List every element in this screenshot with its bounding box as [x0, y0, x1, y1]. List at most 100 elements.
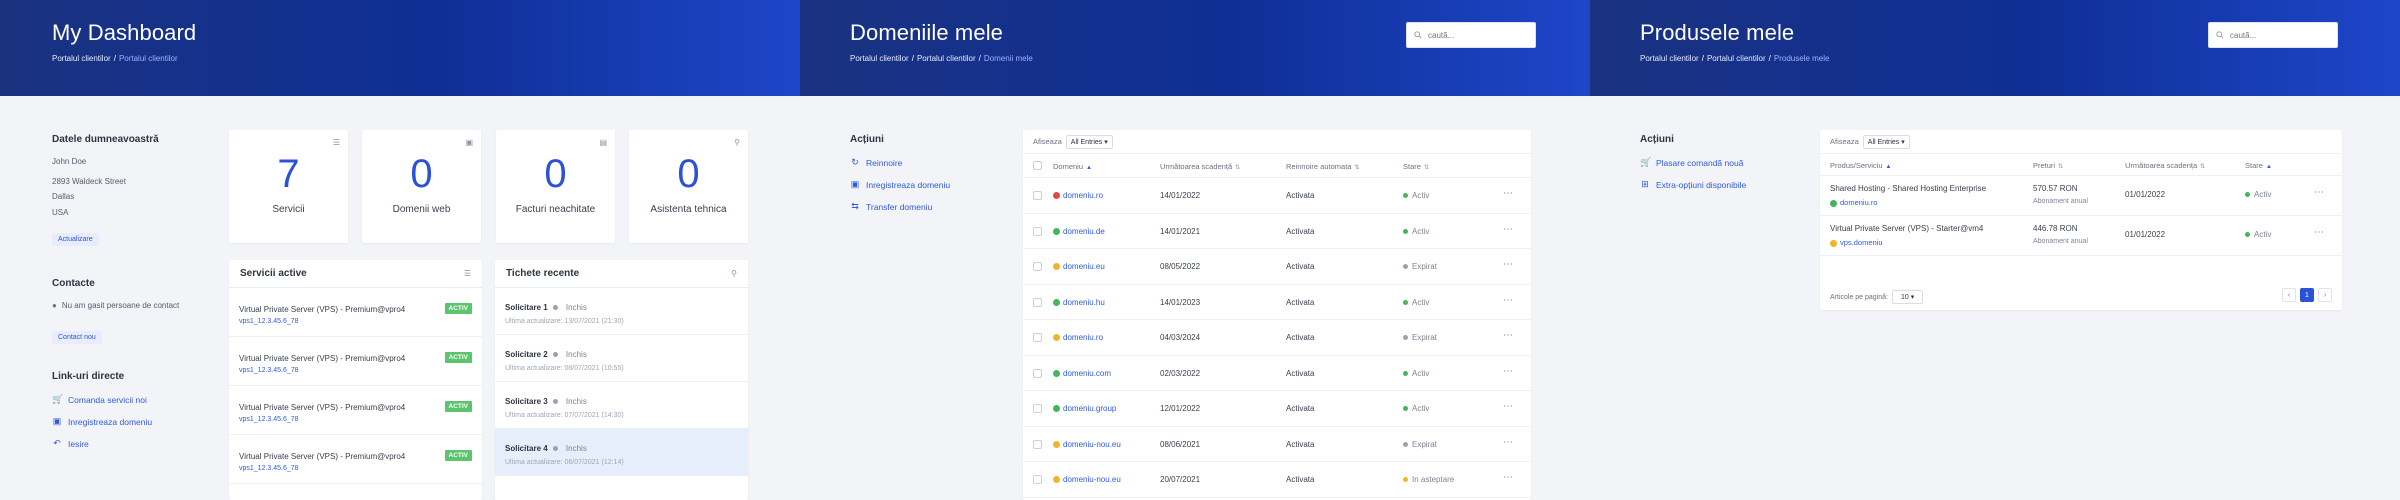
row-checkbox[interactable]: [1033, 475, 1042, 484]
product-row[interactable]: Virtual Private Server (VPS) - Starter@v…: [1820, 216, 2342, 256]
status-dot: [552, 305, 558, 311]
action-renew[interactable]: ↻ Reinnoire: [850, 157, 1000, 168]
more-icon[interactable]: ⋯: [1503, 330, 1514, 341]
col-next-due[interactable]: Urmãtoarea scadența ⇅: [2125, 161, 2205, 170]
col-price[interactable]: Preturi ⇅: [2033, 161, 2063, 170]
next-page-button[interactable]: ›: [2318, 288, 2332, 302]
ticket-row[interactable]: Solicitare 1 Inchis Ultima actualizare: …: [495, 288, 748, 335]
page-button[interactable]: 1: [2300, 288, 2314, 302]
action-transfer[interactable]: ⇆ Transfer domeniu: [850, 201, 1000, 212]
more-icon[interactable]: ⋯: [1503, 401, 1514, 412]
domain-row[interactable]: domeniu.ro 14/01/2022 Activata Activ ⋯: [1023, 178, 1531, 214]
service-row[interactable]: Virtual Private Server (VPS) - Premium@v…: [229, 386, 482, 435]
stat-label: Asistenta tehnica: [650, 204, 727, 215]
row-checkbox[interactable]: [1033, 226, 1042, 236]
entries-select[interactable]: All Entries ▾: [1862, 134, 1910, 149]
stat-card-domains[interactable]: ▣ 0 Domenii web: [362, 130, 481, 243]
more-icon[interactable]: ⋯: [1503, 295, 1514, 306]
breadcrumb-item[interactable]: Portalul clientilor: [52, 54, 111, 63]
product-domain[interactable]: domeniu.ro: [1830, 198, 1878, 207]
select-all-checkbox[interactable]: [1033, 161, 1042, 170]
domain-link[interactable]: domeniu.hu: [1053, 298, 1105, 307]
col-status[interactable]: Stare ▲: [2245, 161, 2272, 170]
breadcrumb-item[interactable]: Portalul clientilor: [850, 54, 909, 63]
stat-card-invoices[interactable]: ▤ 0 Facturi neachitate: [496, 130, 615, 243]
more-icon[interactable]: ⋯: [2314, 227, 2325, 238]
domain-due-date: 08/05/2022: [1160, 262, 1201, 271]
col-domain[interactable]: Domeniu ▲: [1053, 162, 1092, 171]
row-checkbox[interactable]: [1033, 297, 1042, 307]
breadcrumb-item[interactable]: Portalul clientilor: [1707, 54, 1766, 63]
col-next-due[interactable]: Urmãtoarea scadențã ⇅: [1160, 162, 1240, 171]
more-icon[interactable]: ⋯: [1503, 366, 1514, 377]
domain-row[interactable]: domeniu.group 12/01/2022 Activata Activ ⋯: [1023, 391, 1531, 427]
action-new-order[interactable]: 🛒 Plasare comandã nouã: [1640, 157, 1790, 168]
domain-row[interactable]: domeniu.ro 04/03/2024 Activata Expirat ⋯: [1023, 320, 1531, 356]
domain-link[interactable]: domeniu-nou.eu: [1053, 475, 1121, 484]
user-icon: ●: [52, 301, 57, 310]
stat-card-services[interactable]: ☰ 7 Servicii: [229, 130, 348, 243]
update-button[interactable]: Actualizare: [52, 233, 99, 247]
domain-search[interactable]: [1406, 22, 1536, 48]
domain-row[interactable]: domeniu.com 02/03/2022 Activata Activ ⋯: [1023, 356, 1531, 391]
service-row[interactable]: Virtual Private Server (VPS) - Premium@v…: [229, 435, 482, 484]
more-icon[interactable]: ⋯: [1503, 188, 1514, 199]
more-icon[interactable]: ⋯: [1503, 437, 1514, 448]
col-product[interactable]: Produs/Serviciu ▲: [1830, 161, 1891, 170]
breadcrumb-item[interactable]: Portalul clientilor: [1640, 54, 1699, 63]
domain-link[interactable]: domeniu.ro: [1053, 333, 1103, 342]
domain-link[interactable]: domeniu.de: [1053, 227, 1105, 236]
col-auto-renew[interactable]: Reinnoire automata ⇅: [1286, 162, 1360, 171]
service-host[interactable]: vps1_12.3.45.6_78: [239, 367, 299, 374]
product-search[interactable]: [2208, 22, 2338, 48]
row-checkbox[interactable]: [1033, 404, 1042, 413]
domain-link[interactable]: domeniu-nou.eu: [1053, 440, 1121, 449]
col-status[interactable]: Stare ⇅: [1403, 162, 1429, 171]
link-register-domain[interactable]: ▣ Inregistreaza domeniu: [52, 416, 212, 427]
row-checkbox[interactable]: [1033, 262, 1042, 271]
ticket-row[interactable]: Solicitare 4 Inchis Ultima actualizare: …: [495, 429, 748, 476]
row-checkbox[interactable]: [1033, 368, 1042, 378]
product-row[interactable]: Shared Hosting - Shared Hosting Enterpri…: [1820, 176, 2342, 216]
more-icon[interactable]: ⋯: [1503, 224, 1514, 235]
entries-select[interactable]: All Entries ▾: [1065, 134, 1113, 149]
ticket-row[interactable]: Solicitare 3 Inchis Ultima actualizare: …: [495, 382, 748, 429]
domain-row[interactable]: domeniu.de 14/01/2021 Activata Activ ⋯: [1023, 214, 1531, 249]
domain-row[interactable]: domeniu.eu 08/05/2022 Activata Expirat ⋯: [1023, 249, 1531, 285]
prev-page-button[interactable]: ‹: [2282, 288, 2296, 302]
new-contact-button[interactable]: Contact nou: [52, 330, 102, 344]
domain-link[interactable]: domeniu.eu: [1053, 262, 1105, 271]
domain-row[interactable]: domeniu.hu 14/01/2023 Activata Activ ⋯: [1023, 285, 1531, 320]
stat-card-support[interactable]: ⚲ 0 Asistenta tehnica: [629, 130, 748, 243]
per-page-select[interactable]: 10 ▾: [1891, 290, 1924, 304]
service-host[interactable]: vps1_12.3.45.6_78: [239, 416, 299, 423]
domain-link[interactable]: domeniu.group: [1053, 404, 1116, 413]
service-row[interactable]: Virtual Private Server (VPS) - Premium@v…: [229, 337, 482, 386]
more-icon[interactable]: ⋯: [2314, 187, 2325, 198]
action-extra-options[interactable]: ⊞ Extra-opțiuni disponibile: [1640, 179, 1790, 190]
service-host[interactable]: vps1_12.3.45.6_78: [239, 318, 299, 325]
domain-row[interactable]: domeniu-nou.eu 20/07/2021 Activata In astep…: [1023, 462, 1531, 498]
row-checkbox[interactable]: [1033, 333, 1042, 342]
breadcrumb-item[interactable]: Portalul clientilor: [917, 54, 976, 63]
service-row[interactable]: Virtual Private Server (VPS) - Premium@v…: [229, 288, 482, 337]
link-order-services[interactable]: 🛒 Comanda servicii noi: [52, 394, 212, 405]
row-checkbox[interactable]: [1033, 439, 1042, 449]
status-dot: [2245, 192, 2250, 198]
more-icon[interactable]: ⋯: [1503, 472, 1514, 483]
row-checkbox[interactable]: [1033, 191, 1042, 200]
ticket-row[interactable]: Solicitare 2 Inchis Ultima actualizare: …: [495, 335, 748, 382]
domain-link[interactable]: domeniu.ro: [1053, 191, 1103, 200]
product-domain[interactable]: vps.domeniu: [1830, 238, 1883, 247]
service-host[interactable]: vps1_12.3.45.6_78: [239, 465, 299, 472]
domain-row[interactable]: domeniu-nou.eu 08/06/2021 Activata Expirat ⋯: [1023, 427, 1531, 462]
more-icon[interactable]: ⋯: [1503, 259, 1514, 270]
invoice-icon: ▤: [599, 138, 607, 147]
search-input[interactable]: [2230, 30, 2330, 40]
domain-due-date: 04/03/2024: [1160, 333, 1201, 342]
search-input[interactable]: [1428, 30, 1528, 40]
action-register[interactable]: ▣ Inregistreaza domeniu: [850, 179, 1000, 190]
link-logout[interactable]: ↶ Iesire: [52, 438, 212, 449]
product-name: Shared Hosting - Shared Hosting Enterpri…: [1830, 184, 1987, 193]
domain-link[interactable]: domeniu.com: [1053, 369, 1111, 378]
